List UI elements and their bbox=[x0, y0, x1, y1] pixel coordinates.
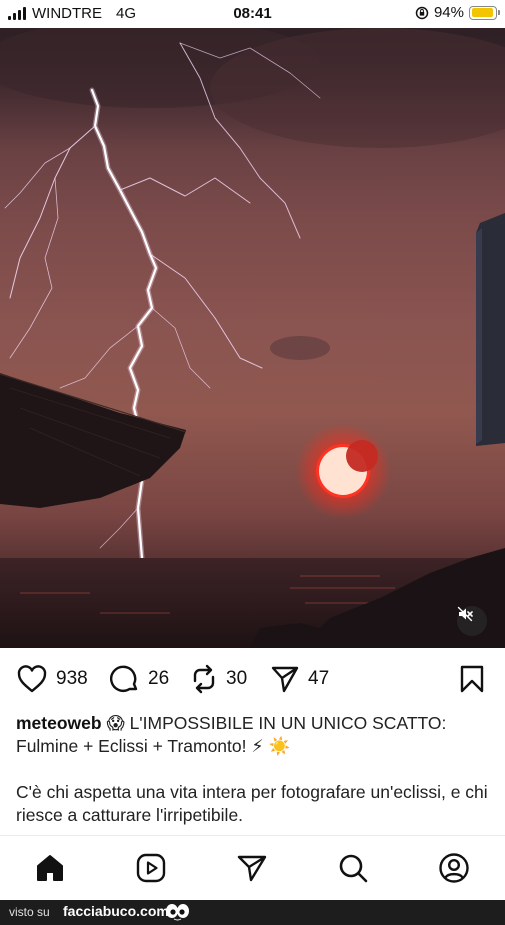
share-count: 47 bbox=[308, 668, 330, 689]
search-icon[interactable] bbox=[337, 852, 369, 884]
send-icon[interactable] bbox=[236, 852, 268, 884]
sun-emoji: ☀️ bbox=[268, 736, 291, 756]
profile-icon[interactable] bbox=[438, 852, 470, 884]
status-right: 94% bbox=[415, 4, 500, 21]
status-bar: WINDTRE 4G 08:41 94% bbox=[0, 0, 505, 28]
roof-silhouette bbox=[0, 373, 187, 508]
post-actions: 938 26 30 47 bbox=[0, 660, 505, 702]
repost-count: 30 bbox=[226, 668, 248, 689]
comment-icon[interactable] bbox=[110, 664, 140, 694]
nav-search[interactable] bbox=[335, 850, 371, 886]
orientation-lock-icon bbox=[415, 6, 429, 19]
eclipsed-sun bbox=[295, 423, 391, 519]
battery-fill bbox=[471, 8, 494, 17]
caption-line1: meteoweb 😱 L'IMPOSSIBILE IN UN UNICO SCA… bbox=[16, 712, 491, 758]
battery-icon bbox=[469, 5, 500, 20]
repost-action[interactable]: 30 bbox=[190, 664, 247, 694]
post-photo[interactable] bbox=[0, 28, 505, 648]
caption-paragraph: C'è chi aspetta una vita intera per foto… bbox=[16, 782, 488, 825]
lightning-emoji: ⚡ bbox=[251, 736, 264, 756]
caption-username[interactable]: meteoweb bbox=[16, 713, 102, 733]
home-icon[interactable] bbox=[34, 852, 66, 884]
heart-icon[interactable] bbox=[16, 664, 48, 694]
photo-scene bbox=[0, 28, 505, 648]
mute-icon bbox=[457, 606, 473, 622]
mute-button[interactable] bbox=[457, 606, 487, 636]
send-icon[interactable] bbox=[270, 664, 300, 694]
nav-messages[interactable] bbox=[234, 850, 270, 886]
footer-brand: facciabuco.com bbox=[63, 903, 169, 919]
post-caption: meteoweb 😱 L'IMPOSSIBILE IN UN UNICO SCA… bbox=[16, 712, 491, 827]
nav-reels[interactable] bbox=[133, 850, 169, 886]
scream-emoji: 😱 bbox=[106, 713, 125, 733]
footer-prefix: visto su bbox=[9, 905, 50, 919]
bookmark-icon[interactable] bbox=[458, 664, 486, 694]
repost-icon[interactable] bbox=[190, 664, 218, 694]
bookmark-action[interactable] bbox=[458, 664, 486, 694]
comment-count: 26 bbox=[148, 668, 170, 689]
reels-icon[interactable] bbox=[135, 852, 167, 884]
bottom-nav bbox=[0, 835, 505, 900]
eyes-logo-icon bbox=[166, 904, 189, 921]
watermark-footer: visto su facciabuco.com bbox=[0, 900, 505, 925]
share-action[interactable]: 47 bbox=[270, 664, 329, 694]
nav-profile[interactable] bbox=[436, 850, 472, 886]
comment-action[interactable]: 26 bbox=[110, 664, 169, 694]
like-count: 938 bbox=[56, 668, 88, 689]
like-action[interactable]: 938 bbox=[16, 664, 88, 694]
battery-percent: 94% bbox=[433, 4, 464, 21]
nav-home[interactable] bbox=[32, 850, 68, 886]
